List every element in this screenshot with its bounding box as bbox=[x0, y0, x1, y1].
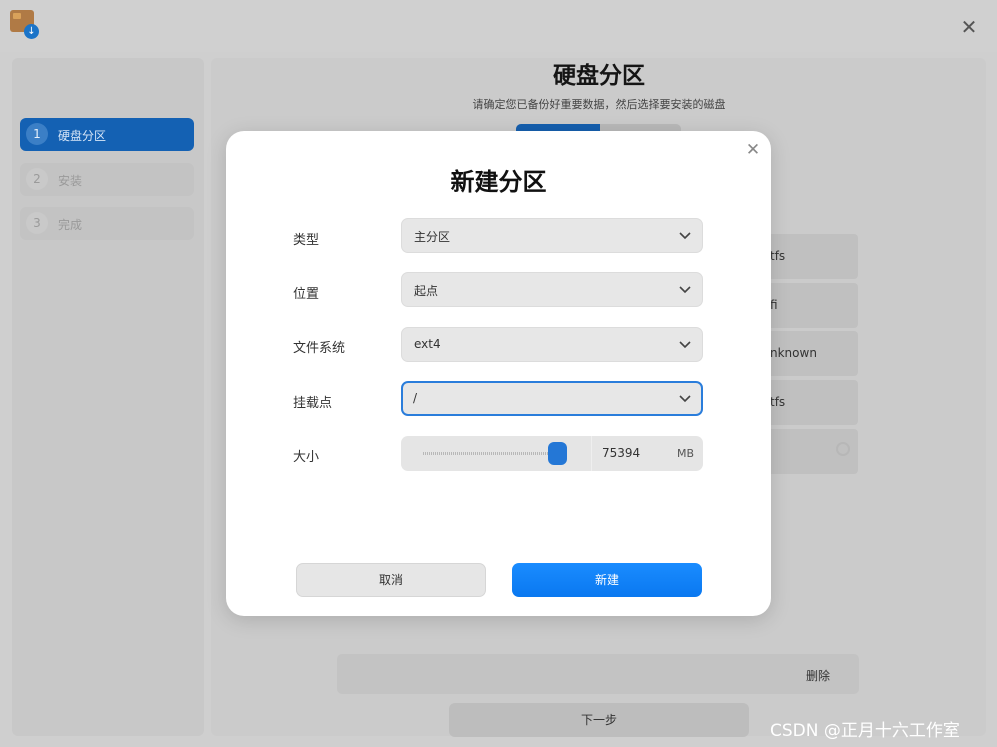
dialog-title: 新建分区 bbox=[450, 168, 547, 196]
mountpoint-select[interactable]: / bbox=[401, 381, 703, 416]
delete-button[interactable]: 删除 bbox=[806, 667, 830, 684]
next-button[interactable]: 下一步 bbox=[449, 703, 749, 737]
type-label: 类型 bbox=[293, 233, 320, 248]
step-label: 硬盘分区 bbox=[58, 129, 107, 143]
cancel-button[interactable]: 取消 bbox=[296, 563, 486, 597]
chevron-down-icon bbox=[679, 286, 691, 294]
filesystem-label: 文件系统 bbox=[293, 341, 346, 356]
filesystem-value: ext4 bbox=[414, 337, 441, 351]
size-input[interactable]: 75394 bbox=[602, 446, 640, 460]
step-label: 安装 bbox=[58, 174, 83, 188]
sidebar: 1 硬盘分区 2 安装 3 完成 bbox=[12, 58, 204, 736]
dialog-close-icon[interactable]: ✕ bbox=[743, 140, 763, 160]
chevron-down-icon bbox=[679, 395, 691, 403]
position-value: 起点 bbox=[414, 284, 439, 298]
step-number: 3 bbox=[26, 212, 48, 234]
type-select[interactable]: 主分区 bbox=[401, 218, 703, 253]
partition-row[interactable]: nknown bbox=[758, 331, 858, 376]
step-disk-partition[interactable]: 1 硬盘分区 bbox=[20, 118, 194, 151]
page-title: 硬盘分区 bbox=[553, 63, 645, 89]
step-install[interactable]: 2 安装 bbox=[20, 163, 194, 196]
page-subtitle: 请确定您已备份好重要数据，然后选择要安装的磁盘 bbox=[472, 98, 726, 111]
size-unit: MB bbox=[677, 447, 695, 460]
partition-row[interactable]: tfs bbox=[758, 380, 858, 425]
size-label: 大小 bbox=[293, 450, 320, 465]
partition-action-bar bbox=[337, 654, 859, 694]
mountpoint-label: 挂载点 bbox=[293, 396, 333, 411]
app-installer-icon: ↓ bbox=[10, 10, 39, 39]
filesystem-select[interactable]: ext4 bbox=[401, 327, 703, 362]
position-label: 位置 bbox=[293, 287, 320, 302]
chevron-down-icon bbox=[679, 341, 691, 349]
mountpoint-value: / bbox=[413, 391, 418, 405]
loading-icon bbox=[836, 442, 850, 456]
position-select[interactable]: 起点 bbox=[401, 272, 703, 307]
step-label: 完成 bbox=[58, 218, 83, 232]
step-number: 1 bbox=[26, 123, 48, 145]
chevron-down-icon bbox=[679, 232, 691, 240]
partition-row[interactable]: tfs bbox=[758, 234, 858, 279]
window-close-icon[interactable]: ✕ bbox=[958, 16, 980, 38]
type-value: 主分区 bbox=[414, 230, 451, 244]
step-finish[interactable]: 3 完成 bbox=[20, 207, 194, 240]
title-bar: ↓ ✕ bbox=[0, 0, 997, 52]
new-partition-dialog: ✕ 新建分区 类型 主分区 位置 起点 文件系统 ext4 挂载点 / 大小 7… bbox=[226, 131, 771, 616]
create-button[interactable]: 新建 bbox=[512, 563, 702, 597]
size-slider-handle[interactable] bbox=[548, 442, 567, 465]
watermark: CSDN @正月十六工作室 bbox=[770, 721, 960, 741]
step-number: 2 bbox=[26, 168, 48, 190]
partition-row[interactable]: fi bbox=[758, 283, 858, 328]
size-slider-track[interactable] bbox=[423, 452, 555, 455]
size-control: 75394 MB bbox=[401, 436, 703, 471]
